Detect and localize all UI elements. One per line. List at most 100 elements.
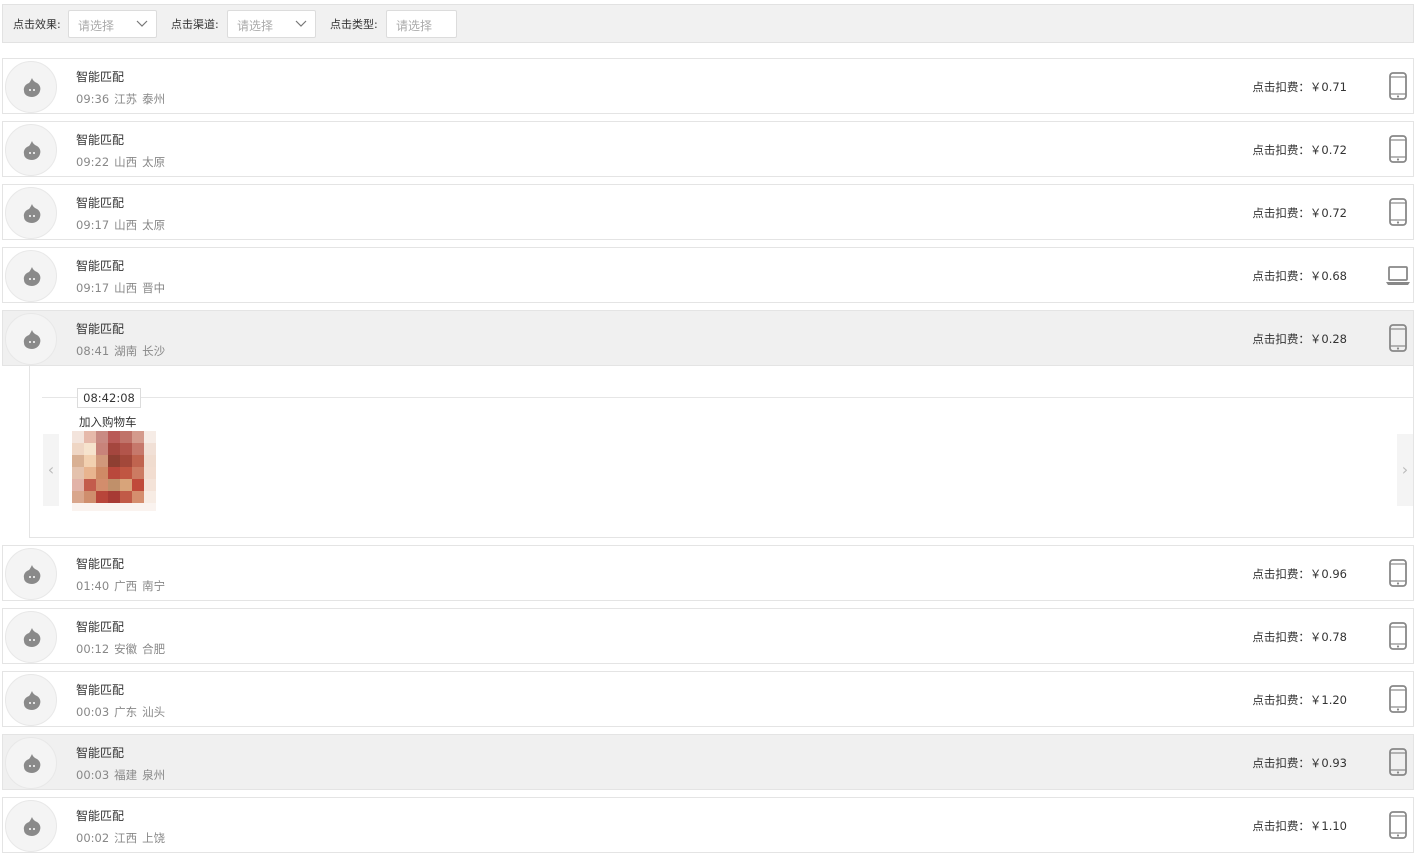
avatar-placeholder-icon — [23, 691, 41, 710]
avatar-placeholder-icon — [23, 754, 41, 773]
click-cost: 点击扣费：￥0.71 — [1252, 80, 1347, 94]
event-action: 加入购物车 — [79, 415, 137, 429]
avatar-placeholder-icon — [23, 817, 41, 836]
click-cost: 点击扣费：￥0.78 — [1252, 630, 1347, 644]
avatar — [5, 548, 57, 600]
province: 山西 — [114, 281, 138, 295]
province: 安徽 — [114, 642, 138, 656]
click-time: 00:03 — [76, 705, 110, 719]
click-record-row[interactable]: 智能匹配 09:36 江苏 泰州 点击扣费：￥0.71 — [2, 58, 1414, 114]
click-time: 00:12 — [76, 642, 110, 656]
product-thumbnail[interactable] — [72, 431, 156, 511]
phone-icon — [1389, 72, 1407, 100]
click-time: 00:02 — [76, 831, 110, 845]
province: 山西 — [114, 155, 138, 169]
city: 太原 — [142, 218, 166, 232]
click-cost: 点击扣费：￥0.72 — [1252, 206, 1347, 220]
city: 泰州 — [142, 92, 166, 106]
city: 上饶 — [142, 831, 166, 845]
click-time: 09:17 — [76, 281, 110, 295]
avatar — [5, 611, 57, 663]
match-type-label: 智能匹配 — [76, 259, 125, 273]
city: 太原 — [142, 155, 166, 169]
type-filter-placeholder: 请选择 — [396, 19, 433, 33]
click-time: 09:36 — [76, 92, 110, 106]
match-type-label: 智能匹配 — [76, 809, 125, 823]
event-time: 08:42:08 — [77, 388, 141, 408]
click-cost: 点击扣费：￥0.28 — [1252, 332, 1347, 346]
province: 福建 — [114, 768, 138, 782]
avatar-placeholder-icon — [23, 330, 41, 349]
city: 长沙 — [142, 344, 166, 358]
match-type-label: 智能匹配 — [76, 322, 125, 336]
click-record-row[interactable]: 智能匹配 00:02 江西 上饶 点击扣费：￥1.10 — [2, 797, 1414, 853]
click-cost: 点击扣费：￥1.10 — [1252, 819, 1347, 833]
chevron-down-icon — [136, 20, 148, 27]
channel-filter-placeholder: 请选择 — [237, 19, 274, 33]
avatar-placeholder-icon — [23, 141, 41, 160]
match-type-label: 智能匹配 — [76, 133, 125, 147]
timeline-line — [42, 397, 1413, 398]
click-record-row-hover[interactable]: 智能匹配 00:03 福建 泉州 点击扣费：￥0.93 — [2, 734, 1414, 790]
click-time: 08:41 — [76, 344, 110, 358]
match-type-label: 智能匹配 — [76, 746, 125, 760]
province: 江苏 — [114, 92, 138, 106]
click-record-row-selected[interactable]: 智能匹配 08:41 湖南 长沙 点击扣费：￥0.28 — [2, 310, 1414, 366]
chevron-left-icon[interactable]: ‹ — [43, 434, 59, 506]
phone-icon — [1389, 324, 1407, 352]
time-location: 09:22 山西 太原 — [76, 154, 170, 170]
click-record-row[interactable]: 智能匹配 09:17 山西 太原 点击扣费：￥0.72 — [2, 184, 1414, 240]
click-time: 01:40 — [76, 579, 110, 593]
time-location: 01:40 广西 南宁 — [76, 578, 170, 594]
click-cost: 点击扣费：￥0.96 — [1252, 567, 1347, 581]
channel-filter-select[interactable]: 请选择 — [227, 10, 316, 38]
phone-icon — [1389, 811, 1407, 839]
click-detail-panel: 08:42:08 加入购物车 ‹ › — [29, 366, 1414, 538]
time-location: 00:03 广东 汕头 — [76, 704, 170, 720]
click-record-row[interactable]: 智能匹配 00:03 广东 汕头 点击扣费：￥1.20 — [2, 671, 1414, 727]
avatar — [5, 61, 57, 113]
province: 湖南 — [114, 344, 138, 358]
click-time: 00:03 — [76, 768, 110, 782]
chevron-right-icon[interactable]: › — [1397, 434, 1413, 506]
match-type-label: 智能匹配 — [76, 196, 125, 210]
city: 汕头 — [142, 705, 166, 719]
channel-filter-label: 点击渠道: — [171, 18, 219, 31]
type-filter-select[interactable]: 请选择 — [386, 10, 457, 38]
time-location: 00:12 安徽 合肥 — [76, 641, 170, 657]
avatar — [5, 250, 57, 302]
city: 合肥 — [142, 642, 166, 656]
avatar-placeholder-icon — [23, 267, 41, 286]
time-location: 09:36 江苏 泰州 — [76, 91, 170, 107]
avatar — [5, 313, 57, 365]
click-record-row[interactable]: 智能匹配 09:17 山西 晋中 点击扣费：￥0.68 — [2, 247, 1414, 303]
avatar-placeholder-icon — [23, 565, 41, 584]
phone-icon — [1389, 198, 1407, 226]
avatar-placeholder-icon — [23, 78, 41, 97]
time-location: 00:03 福建 泉州 — [76, 767, 170, 783]
avatar — [5, 737, 57, 789]
click-record-row[interactable]: 智能匹配 00:12 安徽 合肥 点击扣费：￥0.78 — [2, 608, 1414, 664]
city: 南宁 — [142, 579, 166, 593]
phone-icon — [1389, 685, 1407, 713]
match-type-label: 智能匹配 — [76, 620, 125, 634]
time-location: 09:17 山西 晋中 — [76, 280, 170, 296]
click-record-row[interactable]: 智能匹配 09:22 山西 太原 点击扣费：￥0.72 — [2, 121, 1414, 177]
click-cost: 点击扣费：￥0.68 — [1252, 269, 1347, 283]
click-cost: 点击扣费：￥1.20 — [1252, 693, 1347, 707]
match-type-label: 智能匹配 — [76, 683, 125, 697]
effect-filter-select[interactable]: 请选择 — [68, 10, 157, 38]
type-filter-label: 点击类型: — [330, 18, 378, 31]
province: 江西 — [114, 831, 138, 845]
match-type-label: 智能匹配 — [76, 557, 125, 571]
click-cost: 点击扣费：￥0.72 — [1252, 143, 1347, 157]
effect-filter-placeholder: 请选择 — [78, 19, 115, 33]
match-type-label: 智能匹配 — [76, 70, 125, 84]
avatar — [5, 124, 57, 176]
avatar — [5, 674, 57, 726]
time-location: 08:41 湖南 长沙 — [76, 343, 170, 359]
phone-icon — [1389, 135, 1407, 163]
time-location: 00:02 江西 上饶 — [76, 830, 170, 846]
click-record-row[interactable]: 智能匹配 01:40 广西 南宁 点击扣费：￥0.96 — [2, 545, 1414, 601]
avatar — [5, 800, 57, 852]
